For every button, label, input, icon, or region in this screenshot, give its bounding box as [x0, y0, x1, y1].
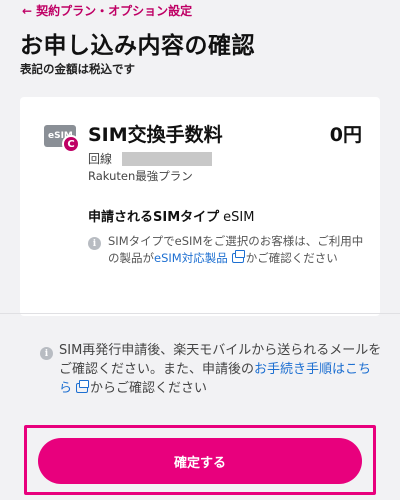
- page-title: お申し込み内容の確認: [20, 33, 255, 59]
- esim-note-text-end: かご確認ください: [245, 251, 338, 265]
- reissue-note-text-end: からご確認ください: [90, 381, 208, 396]
- fee-name: SIM交換手数料: [88, 124, 223, 146]
- fee-card: eSIM C SIM交換手数料 0円 回線 Rakuten最強プラン 申請される…: [20, 97, 380, 316]
- back-link[interactable]: ← 契約プラン・オプション設定: [22, 2, 192, 19]
- confirm-button[interactable]: 確定する: [38, 438, 362, 484]
- sim-type-value: eSIM: [223, 210, 255, 225]
- reissue-note: SIM再発行申請後、楽天モバイルから送られるメールをご確認ください。また、申請後…: [59, 341, 384, 398]
- external-link-icon[interactable]: [76, 380, 90, 393]
- external-link-icon[interactable]: [231, 250, 245, 263]
- arrow-left-icon: ←: [22, 3, 33, 18]
- plan-name: Rakuten最強プラン: [88, 169, 193, 183]
- back-link-label: 契約プラン・オプション設定: [36, 4, 193, 18]
- line-label: 回線: [88, 152, 113, 166]
- line-row: 回線: [88, 150, 213, 167]
- info-icon: i: [88, 237, 101, 250]
- sim-type-label: 申請されるSIMタイプ: [88, 210, 220, 225]
- section-divider: [0, 313, 400, 314]
- redacted-line-number: [122, 151, 213, 166]
- page-subtitle: 表記の金額は税込です: [20, 62, 135, 76]
- info-icon: i: [40, 347, 53, 360]
- sim-card-icon: eSIM C: [44, 125, 80, 153]
- fee-price: 0円: [329, 124, 362, 146]
- sim-badge-icon: C: [62, 135, 80, 153]
- esim-compatible-link[interactable]: eSIM対応製品: [154, 251, 228, 265]
- sim-type: 申請されるSIMタイプ eSIM: [88, 206, 254, 225]
- esim-note: SIMタイプでeSIMをご選択のお客様は、ご利用中の製品がeSIM対応製品 かご確…: [108, 233, 370, 267]
